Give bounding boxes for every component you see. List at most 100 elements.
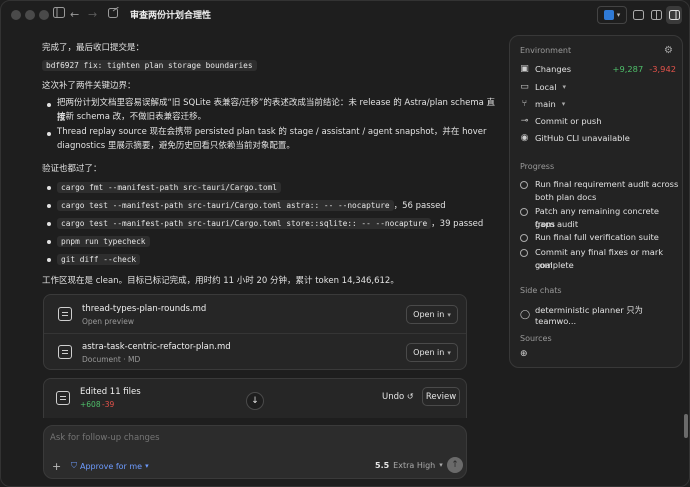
check-item: cargo test --manifest-path src-tauri/Car… [57, 216, 483, 232]
terminal-icon[interactable] [631, 6, 645, 24]
commit-push-item[interactable]: ⊸ Commit or push [520, 116, 602, 126]
github-cli-item: ◉ GitHub CLI unavailable [520, 133, 630, 143]
progress-text: Run final full verification suite [535, 232, 659, 242]
scroll-to-bottom-icon[interactable]: ↓ [246, 392, 264, 410]
undo-button[interactable]: Undo ↺ [382, 392, 414, 402]
sidebar-toggle-icon[interactable] [53, 7, 65, 23]
progress-text: complete [535, 260, 574, 270]
bullet-dot [47, 186, 51, 190]
commit-code: bdf6927 fix: tighten plan storage bounda… [42, 60, 257, 71]
window-title: 审查两份计划合理性 [130, 11, 212, 21]
side-chats-heading: Side chats [520, 286, 562, 295]
document-icon [58, 345, 72, 359]
summary-text: 工作区现在是 clean。目标已标记完成，用时约 11 小时 20 分钟，累计 … [42, 276, 399, 286]
shield-icon: ⛉ [71, 461, 77, 470]
file-list-card: thread-types-plan-rounds.md Open preview… [43, 294, 467, 370]
bullet-2-line-2: diagnostics 里展示摘要，避免历史回看只依赖当前对象配置。 [57, 141, 295, 151]
context-panel: Environment ⚙ ▣ Changes +9,287 -3,942 ▭ … [509, 35, 683, 368]
environment-heading: Environment [520, 46, 572, 55]
commit-label: Commit or push [535, 116, 602, 126]
bullet-dot [47, 103, 51, 107]
progress-item: Run final requirement audit across both … [520, 178, 680, 204]
file-name: astra-task-centric-refactor-plan.md [82, 342, 231, 352]
chat-transcript: 完成了，最后收口提交是： bdf6927 fix: tighten plan s… [1, 29, 501, 486]
changes-icon: ▣ [520, 64, 529, 74]
branch-select[interactable]: ⑂ main ▾ [520, 99, 565, 109]
file-subtitle: Document · MD [82, 355, 141, 364]
model-select[interactable]: 5.5 Extra High ▾ [375, 461, 443, 470]
add-attachment-icon[interactable]: + [52, 460, 61, 473]
undo-label: Undo [382, 392, 405, 402]
open-in-button[interactable]: Open in ▾ [406, 305, 458, 324]
scrollbar-thumb[interactable] [684, 414, 688, 438]
bullet-2-line-1: Thread replay source 现在会携带 persisted pla… [57, 127, 487, 137]
right-panel-toggle-icon[interactable] [666, 6, 682, 24]
app-window: ← → 审查两份计划合理性 ▾ 完成了，最后收口提交是： bdf6927 fix… [0, 0, 690, 487]
file-row[interactable]: astra-task-centric-refactor-plan.md Docu… [44, 333, 466, 371]
file-row[interactable]: thread-types-plan-rounds.md Open preview… [44, 295, 466, 333]
open-in-editor-button[interactable]: ▾ [597, 6, 627, 24]
check-item: cargo fmt --manifest-path src-tauri/Carg… [57, 180, 281, 196]
progress-item: Run final full verification suite [520, 231, 680, 245]
progress-text: Run final requirement audit across [535, 179, 679, 189]
chevron-down-icon: ▾ [561, 100, 566, 108]
globe-icon[interactable]: ⊕ [520, 349, 528, 359]
approval-mode-select[interactable]: ⛉ Approve for me ▾ [71, 461, 149, 471]
check-result: ，56 passed [393, 201, 446, 211]
commit-line: bdf6927 fix: tighten plan storage bounda… [42, 59, 257, 73]
github-label: GitHub CLI unavailable [535, 133, 630, 143]
progress-item: Commit any final fixes or mark goal comp… [520, 246, 680, 272]
open-in-button[interactable]: Open in ▾ [406, 343, 458, 362]
diff-file-icon [56, 391, 70, 405]
branch-icon: ⑂ [521, 99, 528, 109]
review-button[interactable]: Review [422, 387, 460, 406]
environment-select[interactable]: ▭ Local ▾ [520, 82, 566, 92]
intro-text: 完成了，最后收口提交是： [42, 43, 145, 53]
forward-arrow-icon[interactable]: → [88, 7, 97, 23]
chevron-down-icon: ▾ [439, 461, 443, 469]
lines-added: +608 [80, 400, 101, 409]
changes-removed: -3,942 [649, 64, 676, 74]
check-item: pnpm run typecheck [57, 234, 150, 250]
check-command: cargo fmt --manifest-path src-tauri/Carg… [57, 182, 281, 193]
minimize-window-button[interactable] [25, 10, 35, 20]
chevron-down-icon: ▾ [616, 11, 621, 19]
check-command: git diff --check [57, 254, 141, 265]
document-icon [58, 307, 72, 321]
pending-circle-icon [520, 181, 528, 189]
effort-label: Extra High [393, 461, 436, 470]
chevron-down-icon: ▾ [447, 310, 451, 319]
follow-up-input[interactable] [50, 431, 450, 445]
commit-icon: ⊸ [520, 116, 529, 126]
verify-heading: 验证也都过了： [42, 164, 102, 174]
undo-icon: ↺ [406, 392, 414, 401]
new-chat-icon[interactable] [108, 6, 119, 23]
split-view-icon[interactable] [649, 6, 663, 24]
side-chat-item[interactable]: ◯ deterministic planner 只为 teamwo... [520, 304, 682, 326]
bullet-dot [47, 222, 51, 226]
changes-label: Changes [535, 64, 572, 74]
gear-icon[interactable]: ⚙ [664, 45, 673, 56]
check-result: ，39 passed [431, 219, 484, 229]
close-window-button[interactable] [11, 10, 21, 20]
edited-files-title: Edited 11 files [80, 387, 141, 397]
check-item: cargo test --manifest-path src-tauri/Car… [57, 198, 446, 214]
pending-circle-icon [520, 208, 528, 216]
back-arrow-icon[interactable]: ← [70, 7, 79, 23]
progress-text: both plan docs [535, 192, 597, 202]
check-command: pnpm run typecheck [57, 236, 150, 247]
maximize-window-button[interactable] [39, 10, 49, 20]
check-command: cargo test --manifest-path src-tauri/Car… [57, 218, 432, 229]
changes-added: +9,287 [612, 64, 644, 74]
changes-item[interactable]: ▣ Changes +9,287 -3,942 [520, 64, 676, 74]
open-in-label: Open in [413, 310, 445, 319]
side-chat-label: deterministic planner 只为 teamwo... [535, 305, 643, 326]
progress-heading: Progress [520, 162, 555, 171]
pending-circle-icon [520, 249, 528, 257]
send-button[interactable]: ↑ [447, 457, 463, 473]
branch-label: main [535, 99, 556, 109]
sources-heading: Sources [520, 334, 552, 343]
open-in-label: Open in [413, 348, 445, 357]
github-icon: ◉ [520, 133, 529, 143]
title-bar: ← → 审查两份计划合理性 ▾ [1, 1, 689, 29]
